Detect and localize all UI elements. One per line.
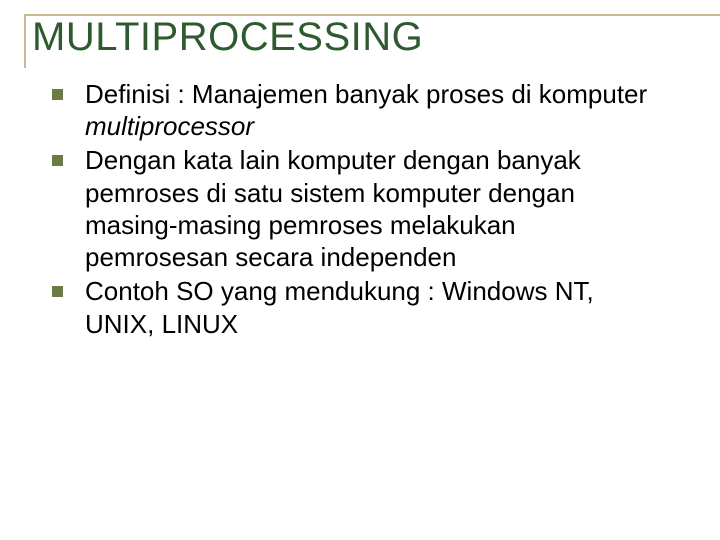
bullet-text-italic: multiprocessor bbox=[85, 111, 254, 141]
square-bullet-icon bbox=[52, 89, 63, 100]
list-item: Definisi : Manajemen banyak proses di ko… bbox=[52, 78, 660, 142]
bullet-text: Dengan kata lain komputer dengan banyak … bbox=[85, 144, 660, 273]
square-bullet-icon bbox=[52, 286, 63, 297]
list-item: Contoh SO yang mendukung : Windows NT, U… bbox=[52, 275, 660, 339]
bullet-text: Contoh SO yang mendukung : Windows NT, U… bbox=[85, 275, 660, 339]
bullet-text-pre: Definisi : Manajemen banyak proses di ko… bbox=[85, 79, 647, 109]
bullet-text: Definisi : Manajemen banyak proses di ko… bbox=[85, 78, 660, 142]
slide: MULTIPROCESSING Definisi : Manajemen ban… bbox=[0, 0, 720, 540]
slide-title: MULTIPROCESSING bbox=[32, 16, 423, 58]
list-item: Dengan kata lain komputer dengan banyak … bbox=[52, 144, 660, 273]
square-bullet-icon bbox=[52, 155, 63, 166]
title-corner-border: MULTIPROCESSING bbox=[24, 14, 720, 68]
slide-body: Definisi : Manajemen banyak proses di ko… bbox=[24, 78, 696, 340]
bullet-text-pre: Contoh SO yang mendukung : Windows NT, U… bbox=[85, 276, 594, 338]
bullet-text-pre: Dengan kata lain komputer dengan banyak … bbox=[85, 145, 581, 272]
